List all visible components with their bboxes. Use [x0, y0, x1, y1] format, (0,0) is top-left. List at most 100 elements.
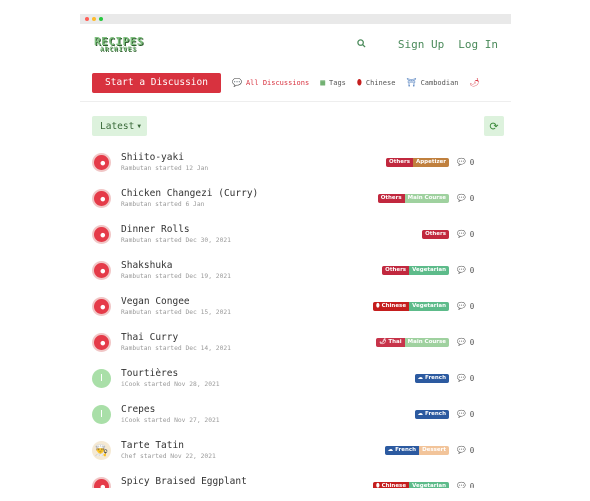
nav-tags-label: Tags — [329, 78, 346, 87]
discussion-row[interactable]: Thai Curry Rambutan started Dec 14, 2021 🌶… — [92, 324, 481, 360]
tag-label[interactable]: 🌶 Thai — [376, 337, 405, 347]
reply-count-number: 0 — [469, 409, 475, 419]
tag-text: Main Course — [407, 195, 446, 201]
logo-line2: ARCHIVES — [100, 45, 137, 53]
reply-count-number: 0 — [469, 229, 475, 239]
tag-label[interactable]: Main Course — [404, 337, 449, 347]
tag-label[interactable]: ☁ French — [414, 409, 449, 419]
reply-count: 💬 0 — [457, 194, 481, 203]
reply-count-number: 0 — [469, 265, 475, 275]
discussion-row[interactable]: Shiito-yaki Rambutan started 12 Jan Others… — [92, 144, 481, 180]
site-logo[interactable]: RECIPES ARCHIVES — [94, 36, 144, 53]
discussion-title[interactable]: Tourtières — [121, 367, 415, 380]
minimize-window-dot[interactable] — [92, 17, 96, 21]
tag-group: 🌶 Thai Main Course — [376, 337, 449, 347]
tag-text: Others — [385, 267, 407, 273]
discussion-meta: Spicy Braised EggplantRambutan started N… — [121, 475, 373, 488]
discussion-row[interactable]: Shakshuka Rambutan started Dec 19, 2021 Ot… — [92, 252, 481, 288]
discussion-title[interactable]: Tarte Tatin — [121, 439, 385, 452]
avatar[interactable] — [92, 476, 111, 488]
discussion-title[interactable]: Shakshuka — [121, 259, 382, 272]
tag-label[interactable]: Dessert — [419, 445, 449, 455]
reply-count-number: 0 — [469, 373, 475, 383]
discussion-started: Rambutan started Dec 19, 2021 — [121, 273, 231, 280]
discussion-row[interactable]: Vegan Congee Rambutan started Dec 15, 202… — [92, 288, 481, 324]
sort-dropdown[interactable]: Latest ▼ — [92, 116, 147, 136]
chinese-tag-icon: ⬮ — [376, 302, 380, 309]
discussion-title[interactable]: Shiito-yaki — [121, 151, 386, 164]
tag-label[interactable]: ⬮ Chinese — [373, 301, 410, 311]
reply-count-number: 0 — [469, 481, 475, 489]
comment-icon: 💬 — [457, 482, 466, 488]
discussion-row[interactable]: I Crepes iCook started Nov 27, 2021 ☁ French… — [92, 396, 481, 432]
discussion-row[interactable]: Chicken Changezi (Curry) Rambutan started… — [92, 180, 481, 216]
site-header: RECIPES ARCHIVES Sign Up Log In — [80, 24, 511, 64]
nav-bar: Start a Discussion 💬 All Discussions ▦ T… — [80, 64, 511, 102]
tag-label[interactable]: Appetizer — [412, 157, 449, 167]
avatar[interactable] — [92, 152, 111, 172]
discussion-row[interactable]: Spicy Braised EggplantRambutan started N… — [92, 468, 481, 488]
tag-group: ⬮ Chinese Vegetarian — [373, 301, 449, 311]
avatar[interactable] — [92, 224, 111, 244]
avatar[interactable] — [92, 260, 111, 280]
refresh-button[interactable]: ⟳ — [484, 116, 504, 136]
avatar[interactable]: I — [92, 404, 111, 424]
tags-grid-icon: ▦ — [320, 78, 326, 87]
tag-group: Others Appetizer — [386, 157, 449, 167]
discussion-row[interactable]: I Tourtières iCook started Nov 28, 2021 ☁ Fr… — [92, 360, 481, 396]
tag-label[interactable]: ☁ French — [414, 373, 449, 383]
tag-text: Vegetarian — [412, 303, 446, 309]
discussion-row[interactable]: Dinner Rolls Rambutan started Dec 30, 202… — [92, 216, 481, 252]
nav-chinese[interactable]: ⬮ Chinese — [357, 78, 396, 88]
avatar[interactable] — [92, 332, 111, 352]
discussion-title[interactable]: Dinner Rolls — [121, 223, 422, 236]
discussion-title[interactable]: Chicken Changezi (Curry) — [121, 187, 378, 200]
tag-label[interactable]: Others — [382, 265, 410, 275]
tag-group: Others — [422, 229, 449, 239]
tag-label[interactable]: Vegetarian — [409, 481, 449, 488]
nav-thai[interactable]: 🌶 — [470, 78, 484, 87]
nav-all-discussions[interactable]: 💬 All Discussions — [232, 78, 309, 87]
tag-text: Chinese — [381, 483, 407, 488]
nav-cambodian[interactable]: ⛩ Cambodian — [406, 78, 458, 87]
discussion-title[interactable]: Thai Curry — [121, 331, 376, 344]
reply-count: 💬 0 — [457, 482, 481, 489]
avatar[interactable] — [92, 188, 111, 208]
reply-count: 💬 0 — [457, 338, 481, 347]
rambutan-avatar-icon — [94, 478, 109, 488]
chinese-tag-icon: ⬮ — [376, 482, 380, 489]
discussion-list: Shiito-yaki Rambutan started 12 Jan Others… — [80, 144, 511, 488]
close-window-dot[interactable] — [85, 17, 89, 21]
tag-label[interactable]: Others — [386, 157, 413, 167]
nav-tags[interactable]: ▦ Tags — [320, 78, 346, 87]
signup-link[interactable]: Sign Up — [398, 38, 444, 51]
comment-icon: 💬 — [457, 158, 466, 166]
discussion-started: Rambutan started Dec 30, 2021 — [121, 237, 231, 244]
rambutan-avatar-icon — [94, 154, 109, 170]
tag-label[interactable]: Main Course — [404, 193, 449, 203]
tag-text: Thai — [388, 339, 402, 345]
discussion-meta: Crepes iCook started Nov 27, 2021 — [121, 403, 415, 425]
tag-label[interactable]: ☁ French — [384, 445, 420, 455]
avatar[interactable] — [92, 296, 111, 316]
nav-all-label: All Discussions — [245, 78, 310, 87]
search-icon[interactable] — [357, 38, 366, 51]
tag-label[interactable]: Vegetarian — [409, 301, 449, 311]
tag-label[interactable]: Vegetarian — [409, 265, 449, 275]
avatar[interactable]: 👨‍🍳 — [92, 440, 111, 460]
discussion-row[interactable]: 👨‍🍳 Tarte Tatin Chef started Nov 22, 2021 ☁… — [92, 432, 481, 468]
tag-label[interactable]: Others — [377, 193, 405, 203]
tag-label[interactable]: ⬮ Chinese — [373, 481, 410, 489]
nav-cambodian-label: Cambodian — [420, 78, 459, 87]
french-tag-icon: ☁ — [417, 411, 424, 417]
chat-bubbles-icon: 💬 — [232, 78, 242, 87]
discussion-title[interactable]: Vegan Congee — [121, 295, 373, 308]
avatar[interactable]: I — [92, 368, 111, 388]
login-link[interactable]: Log In — [458, 38, 498, 51]
discussion-title[interactable]: Crepes — [121, 403, 415, 416]
reply-count: 💬 0 — [457, 158, 481, 167]
start-discussion-button[interactable]: Start a Discussion — [92, 72, 221, 93]
tag-label[interactable]: Others — [422, 229, 449, 239]
maximize-window-dot[interactable] — [99, 17, 103, 21]
discussion-title[interactable]: Spicy Braised Eggplant — [121, 475, 373, 488]
